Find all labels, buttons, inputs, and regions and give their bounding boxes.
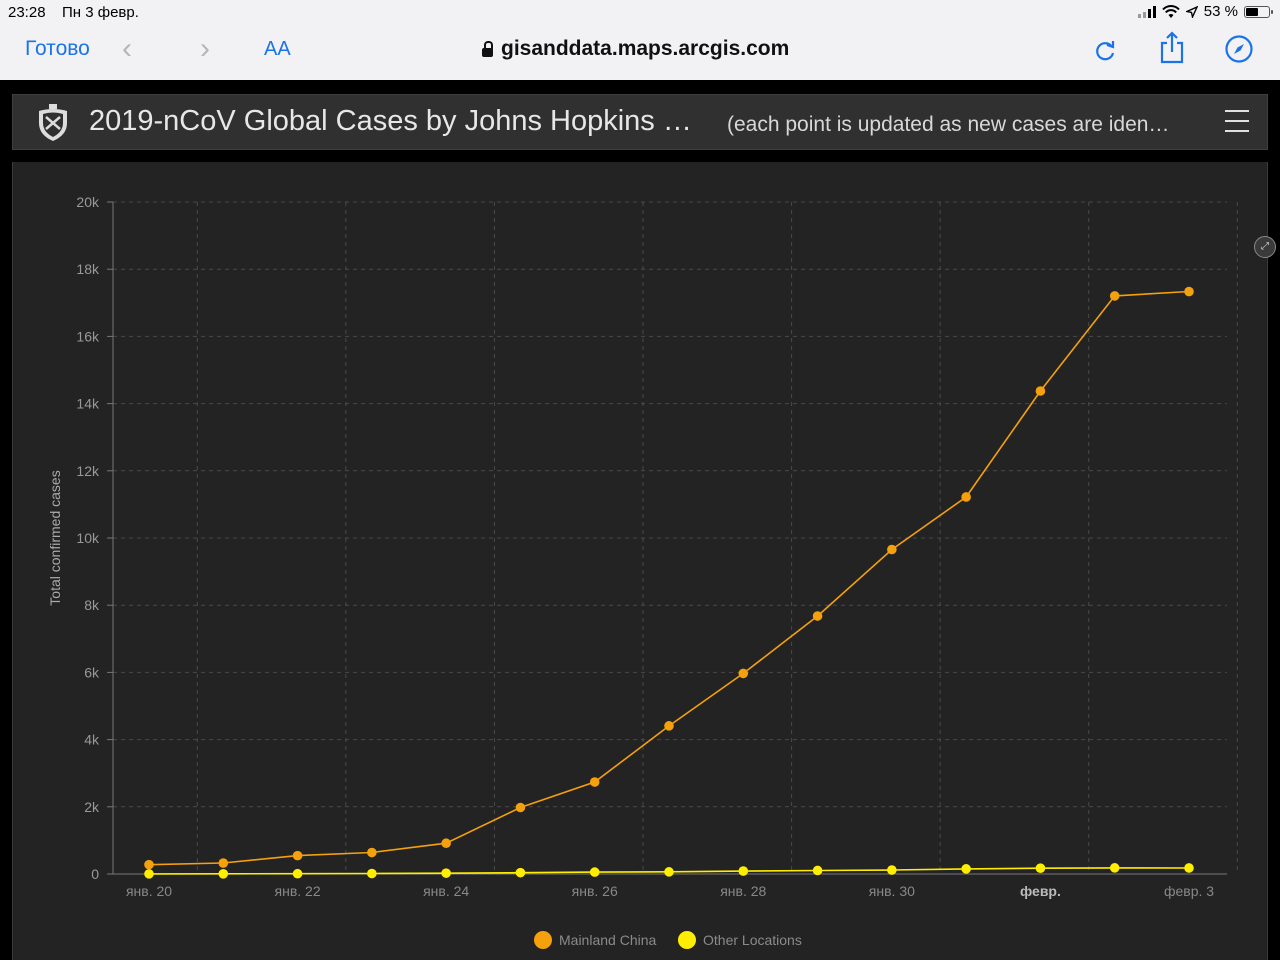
wifi-icon	[1162, 4, 1180, 18]
location-arrow-icon	[1185, 5, 1198, 18]
data-point[interactable]	[218, 868, 229, 879]
data-point[interactable]	[292, 868, 303, 879]
data-point[interactable]	[812, 611, 823, 621]
back-chevron-icon[interactable]: ‹	[122, 32, 132, 66]
data-point[interactable]	[1035, 863, 1046, 873]
y-tick-label: 2k	[84, 799, 100, 815]
series-lines	[148, 290, 1190, 875]
text-size-button[interactable]: AA	[264, 38, 291, 61]
y-tick-label: 6k	[84, 664, 100, 680]
legend-label[interactable]: Other Locations	[703, 932, 802, 948]
lock-icon	[482, 40, 493, 57]
y-tick-label: 12k	[76, 463, 100, 479]
data-point[interactable]	[292, 850, 303, 861]
status-time: 23:28	[8, 4, 46, 21]
y-tick-label: 14k	[76, 396, 100, 412]
y-tick-label: 8k	[84, 597, 100, 613]
data-point[interactable]	[367, 868, 377, 879]
dashboard: 2019-nCoV Global Cases by Johns Hopkins …	[0, 80, 1280, 960]
battery-percent: 53 %	[1203, 3, 1238, 20]
data-point[interactable]	[515, 802, 526, 813]
x-tick-label: февр.	[1020, 883, 1061, 899]
data-point[interactable]	[218, 858, 229, 868]
data-point[interactable]	[589, 867, 600, 877]
data-point[interactable]	[515, 867, 526, 878]
y-axis-label: Total confirmed cases	[47, 470, 63, 605]
legend-swatch[interactable]	[534, 931, 552, 949]
x-tick-label: янв. 20	[126, 883, 172, 899]
y-tick-label: 4k	[84, 732, 100, 748]
y-tick-label: 20k	[76, 194, 100, 210]
data-point[interactable]	[812, 865, 823, 876]
data-point[interactable]	[1109, 291, 1120, 301]
data-point[interactable]	[961, 864, 971, 874]
x-axis-ticks: янв. 20 янв. 22 янв. 24 янв. 26 янв. 28 янв. …	[126, 883, 1214, 899]
chart-grid	[112, 201, 1238, 875]
x-tick-label: февр. 3	[1164, 883, 1214, 899]
data-point[interactable]	[1184, 863, 1194, 873]
menu-icon[interactable]	[1225, 110, 1249, 140]
series-line	[148, 290, 1190, 866]
chart-panel: 0 2k 4k 6k 8k 10k 12k 14k 16k 18k 20k янв. 20 янв. …	[12, 162, 1268, 960]
reload-icon[interactable]	[1092, 36, 1118, 66]
data-point[interactable]	[887, 865, 897, 875]
browser-toolbar: Готово ‹ › AA gisanddata.maps.arcgis.com	[0, 26, 1280, 81]
series-points	[144, 286, 1194, 879]
legend-swatch[interactable]	[678, 931, 696, 949]
y-tick-label: 18k	[76, 261, 100, 277]
data-point[interactable]	[961, 492, 971, 502]
y-tick-label: 10k	[76, 530, 100, 546]
data-point[interactable]	[144, 869, 154, 879]
data-point[interactable]	[664, 721, 674, 731]
y-axis-ticks: 0 2k 4k 6k 8k 10k 12k 14k 16k 18k 20k	[76, 194, 113, 882]
data-point[interactable]	[1035, 386, 1046, 396]
x-tick-label: янв. 22	[275, 883, 321, 899]
done-button[interactable]: Готово	[25, 37, 90, 61]
data-point[interactable]	[441, 838, 451, 849]
y-tick-label: 16k	[76, 328, 100, 344]
y-tick-label: 0	[91, 866, 99, 882]
status-date: Пн 3 февр.	[62, 4, 139, 21]
dashboard-header: 2019-nCoV Global Cases by Johns Hopkins …	[12, 94, 1268, 150]
page-subtitle: (each point is updated as new cases are …	[727, 113, 1170, 136]
data-point[interactable]	[887, 544, 897, 555]
url-text: gisanddata.maps.arcgis.com	[501, 37, 790, 60]
data-point[interactable]	[738, 866, 749, 876]
x-tick-label: янв. 28	[720, 883, 766, 899]
data-point[interactable]	[738, 668, 749, 679]
x-tick-label: янв. 26	[572, 883, 618, 899]
jhu-shield-logo	[39, 104, 67, 141]
data-point[interactable]	[1184, 286, 1194, 297]
address-bar[interactable]: gisanddata.maps.arcgis.com	[482, 37, 789, 61]
data-point[interactable]	[441, 868, 451, 878]
cases-line-chart: 02k4k6k8k10k12k14k16k18k20k янв. 20 янв. …	[47, 194, 1238, 949]
status-indicators: 53 %	[1137, 3, 1273, 20]
data-point[interactable]	[367, 847, 377, 858]
collapse-icon[interactable]: ⤢	[1254, 236, 1276, 258]
legend-label[interactable]: Mainland China	[559, 932, 656, 948]
x-tick-label: янв. 30	[869, 883, 915, 899]
data-point[interactable]	[1109, 863, 1120, 873]
share-icon[interactable]	[1158, 30, 1186, 64]
page-title: 2019-nCoV Global Cases by Johns Hopkins …	[89, 105, 692, 137]
data-point[interactable]	[589, 777, 600, 787]
compass-icon[interactable]	[1224, 34, 1254, 64]
cellular-signal-icon	[1137, 5, 1156, 18]
battery-icon	[1244, 5, 1273, 18]
forward-chevron-icon[interactable]: ›	[200, 32, 210, 66]
data-point[interactable]	[144, 859, 154, 870]
data-point[interactable]	[664, 867, 674, 877]
x-tick-label: янв. 24	[423, 883, 469, 899]
status-bar: 23:28 Пн 3 февр. 53 %	[0, 0, 1280, 26]
chart-legend: Mainland China Other Locations	[534, 931, 802, 949]
